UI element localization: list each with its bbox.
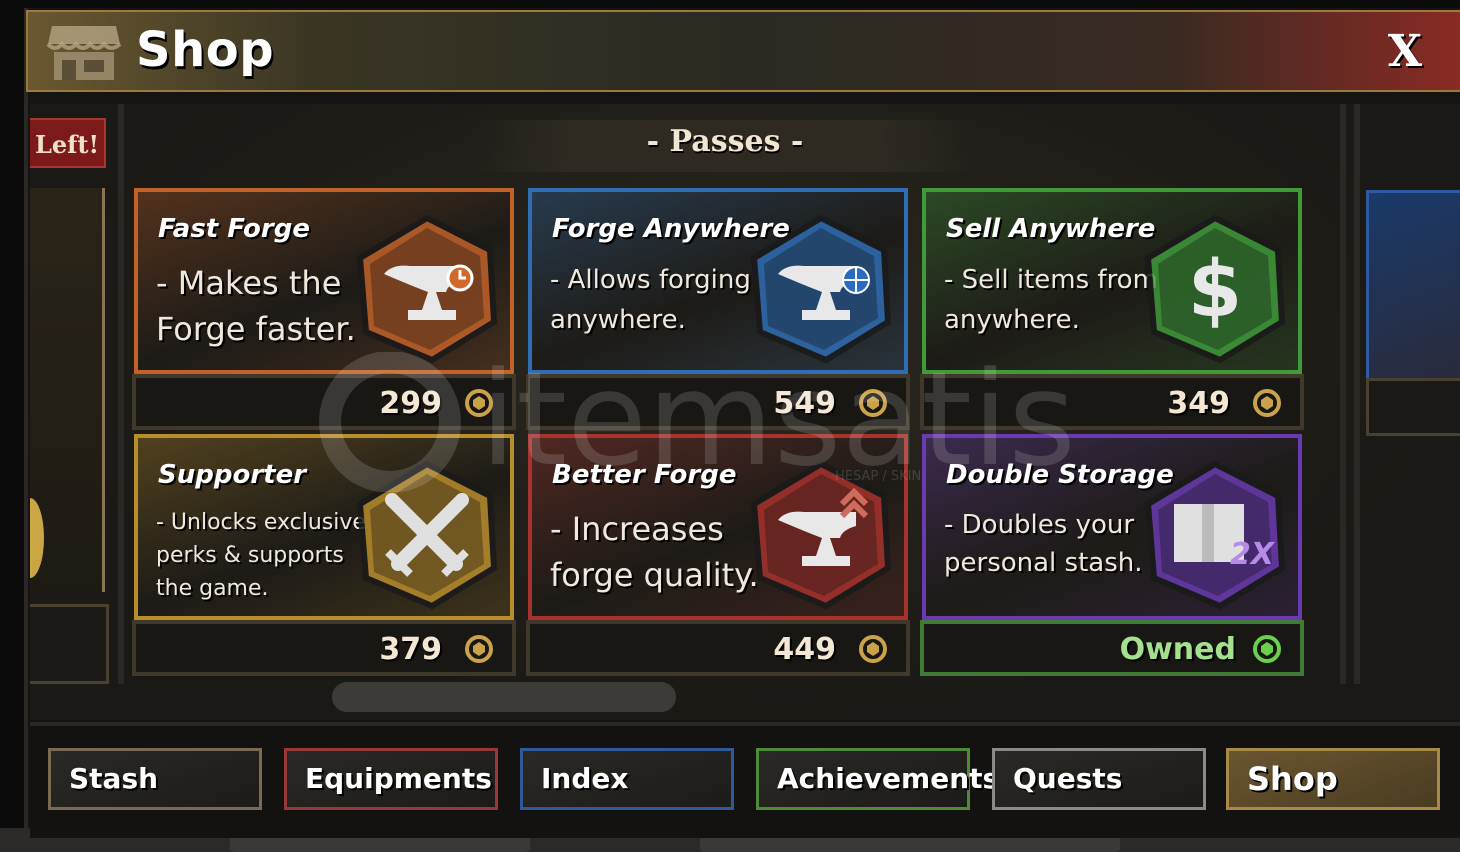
pass-card[interactable]: Sell Anywhere - Sell items from anywhere.… bbox=[922, 188, 1302, 374]
coin-icon bbox=[859, 635, 887, 663]
next-item-card[interactable] bbox=[1366, 190, 1460, 386]
store-icon bbox=[46, 26, 122, 80]
price-value: 549 bbox=[773, 386, 836, 421]
price-button[interactable]: 549 bbox=[526, 374, 910, 430]
pass-name: Better Forge bbox=[552, 460, 737, 490]
coin-icon bbox=[1253, 389, 1281, 417]
anvil-clock-icon bbox=[352, 214, 502, 364]
price-value: 299 bbox=[379, 386, 442, 421]
price-button[interactable]: 299 bbox=[132, 374, 516, 430]
next-item-price[interactable] bbox=[1366, 378, 1460, 436]
coin-icon bbox=[859, 389, 887, 417]
price-button[interactable]: 379 bbox=[132, 620, 516, 676]
pass-card[interactable]: Fast Forge - Makes the Forge faster. bbox=[134, 188, 514, 374]
limited-banner: Left! bbox=[30, 118, 106, 168]
crossed-swords-icon bbox=[352, 460, 502, 610]
price-button[interactable]: 349 bbox=[920, 374, 1304, 430]
pass-name: Sell Anywhere bbox=[946, 214, 1156, 244]
horizontal-scrollbar[interactable] bbox=[332, 682, 676, 712]
pass-name: Supporter bbox=[158, 460, 307, 490]
close-button[interactable]: X bbox=[1388, 26, 1422, 77]
tab-stash[interactable]: Stash bbox=[48, 748, 262, 810]
gold-icon bbox=[30, 498, 44, 578]
section-title: - Passes - bbox=[646, 124, 804, 159]
svg-text:2X: 2X bbox=[1230, 537, 1276, 572]
price-value: 349 bbox=[1167, 386, 1230, 421]
pass-name: Fast Forge bbox=[158, 214, 310, 244]
page-title: Shop bbox=[136, 22, 275, 78]
price-button[interactable]: 449 bbox=[526, 620, 910, 676]
divider bbox=[1354, 104, 1360, 684]
pass-card[interactable]: Supporter - Unlocks exclusive perks & sup… bbox=[134, 434, 514, 620]
coin-icon bbox=[465, 635, 493, 663]
anvil-globe-icon bbox=[746, 214, 896, 364]
owned-badge: Owned bbox=[920, 620, 1304, 676]
tab-index[interactable]: Index bbox=[520, 748, 734, 810]
price-value: 379 bbox=[379, 632, 442, 667]
tab-achievements[interactable]: Achievements bbox=[756, 748, 999, 810]
chest-2x-icon: 2X bbox=[1140, 460, 1290, 610]
previous-item-card[interactable] bbox=[30, 188, 105, 592]
dollar-sign-icon: $ bbox=[1140, 214, 1290, 364]
divider bbox=[1340, 104, 1346, 684]
previous-item-price[interactable] bbox=[30, 604, 109, 684]
price-value: Owned bbox=[1119, 632, 1236, 667]
coin-icon bbox=[465, 389, 493, 417]
tab-shop[interactable]: Shop bbox=[1226, 748, 1440, 810]
coin-icon bbox=[1253, 635, 1281, 663]
svg-text:$: $ bbox=[1188, 245, 1242, 335]
pass-card[interactable]: Forge Anywhere - Allows forging anywhere. bbox=[528, 188, 908, 374]
tab-quests[interactable]: Quests bbox=[992, 748, 1206, 810]
pass-card[interactable]: Better Forge - Increases forge quality. bbox=[528, 434, 908, 620]
price-value: 449 bbox=[773, 632, 836, 667]
anvil-upgrade-icon bbox=[746, 460, 896, 610]
divider bbox=[118, 104, 124, 684]
shop-header: Shop X bbox=[26, 10, 1460, 92]
pass-card[interactable]: Double Storage - Doubles your personal st… bbox=[922, 434, 1302, 620]
tab-equipments[interactable]: Equipments bbox=[284, 748, 498, 810]
